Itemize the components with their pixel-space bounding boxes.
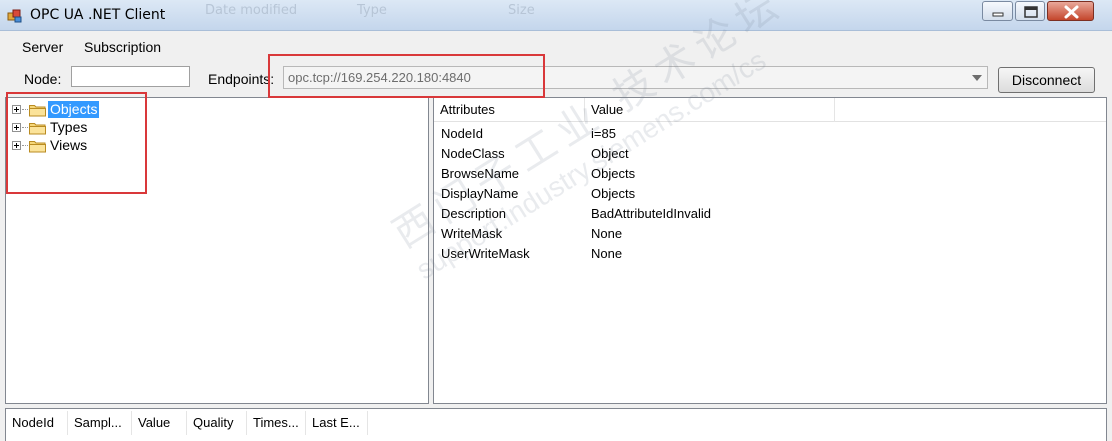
column-header-quality[interactable]: Quality (187, 411, 247, 435)
attribute-name: UserWriteMask (441, 246, 530, 261)
disconnect-button[interactable]: Disconnect (998, 67, 1095, 93)
title-bar[interactable]: OPC UA .NET Client Date modified Type Si… (0, 0, 1112, 31)
column-header-last-error[interactable]: Last E... (306, 411, 368, 435)
attribute-row[interactable]: NodeClass Object (434, 144, 1106, 164)
attribute-name: BrowseName (441, 166, 520, 181)
minimize-button[interactable] (982, 1, 1013, 21)
attribute-row[interactable]: DisplayName Objects (434, 184, 1106, 204)
attribute-row[interactable]: Description BadAttributeIdInvalid (434, 204, 1106, 224)
node-label: Node: (24, 71, 62, 87)
close-button[interactable] (1047, 1, 1094, 21)
endpoints-label: Endpoints: (208, 71, 275, 87)
attributes-list[interactable]: Attributes Value NodeId i=85 NodeClass O… (433, 97, 1107, 404)
annotation-box-endpoint (268, 54, 545, 98)
maximize-button[interactable] (1015, 1, 1045, 21)
chevron-down-icon[interactable] (972, 75, 982, 81)
column-header-attributes[interactable]: Attributes (434, 98, 585, 122)
close-icon (1064, 5, 1079, 19)
column-header-value[interactable]: Value (132, 411, 187, 435)
column-header-timestamp[interactable]: Times... (247, 411, 306, 435)
background-column-header: Size (508, 3, 535, 18)
attribute-name: DisplayName (441, 186, 519, 201)
menu-server[interactable]: Server (22, 39, 63, 55)
minimize-icon (992, 12, 1004, 17)
attribute-row[interactable]: BrowseName Objects (434, 164, 1106, 184)
maximize-icon (1024, 6, 1038, 18)
background-column-header: Date modified (205, 3, 298, 18)
attribute-value: BadAttributeIdInvalid (591, 206, 711, 221)
attribute-value: i=85 (591, 126, 616, 141)
attribute-row[interactable]: NodeId i=85 (434, 124, 1106, 144)
attribute-name: WriteMask (441, 226, 503, 241)
background-column-header: Type (357, 3, 387, 18)
attribute-value: Objects (591, 166, 636, 181)
app-icon (7, 9, 22, 23)
column-header-value[interactable]: Value (585, 98, 835, 122)
attribute-value: None (591, 226, 623, 241)
menu-subscription[interactable]: Subscription (84, 39, 161, 55)
attribute-value: Objects (591, 186, 636, 201)
attribute-name: Description (441, 206, 507, 221)
attribute-value: Object (591, 146, 629, 161)
app-window: OPC UA .NET Client Date modified Type Si… (0, 0, 1112, 441)
attribute-name: NodeId (441, 126, 483, 141)
attribute-name: NodeClass (441, 146, 505, 161)
attribute-value: None (591, 246, 623, 261)
column-header-nodeid[interactable]: NodeId (6, 411, 68, 435)
monitored-items-list[interactable]: NodeId Sampl... Value Quality Times... L… (5, 408, 1107, 441)
menu-bar: Server Subscription (5, 34, 1107, 60)
node-input[interactable] (71, 66, 190, 87)
window-title: OPC UA .NET Client (30, 7, 166, 23)
annotation-box-tree (6, 92, 147, 194)
column-header-sampling[interactable]: Sampl... (68, 411, 132, 435)
attribute-row[interactable]: UserWriteMask None (434, 244, 1106, 264)
attribute-row[interactable]: WriteMask None (434, 224, 1106, 244)
attributes-header: Attributes Value (434, 98, 1106, 122)
